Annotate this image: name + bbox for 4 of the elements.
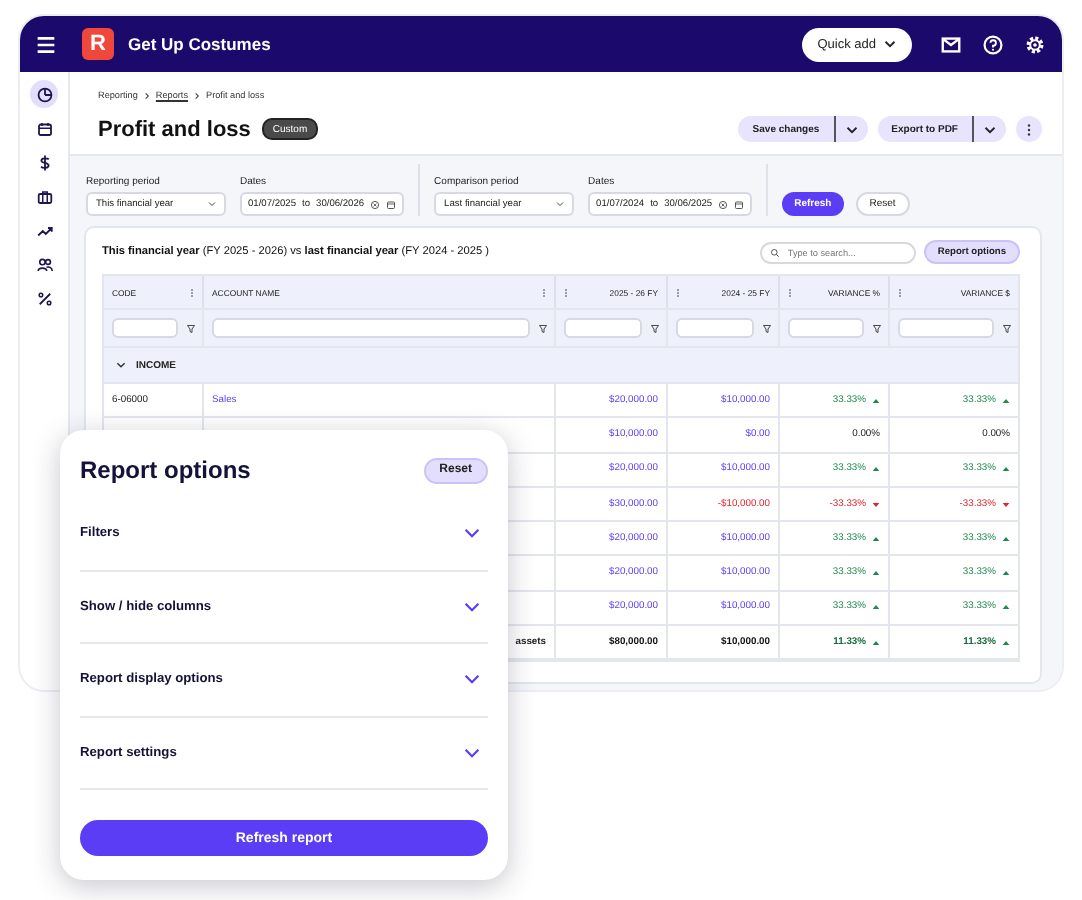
company-name: Get Up Costumes <box>128 34 271 54</box>
page-title: Profit and loss <box>98 117 251 141</box>
app-logo: R <box>82 28 114 60</box>
panel-title: Report options <box>80 456 251 484</box>
